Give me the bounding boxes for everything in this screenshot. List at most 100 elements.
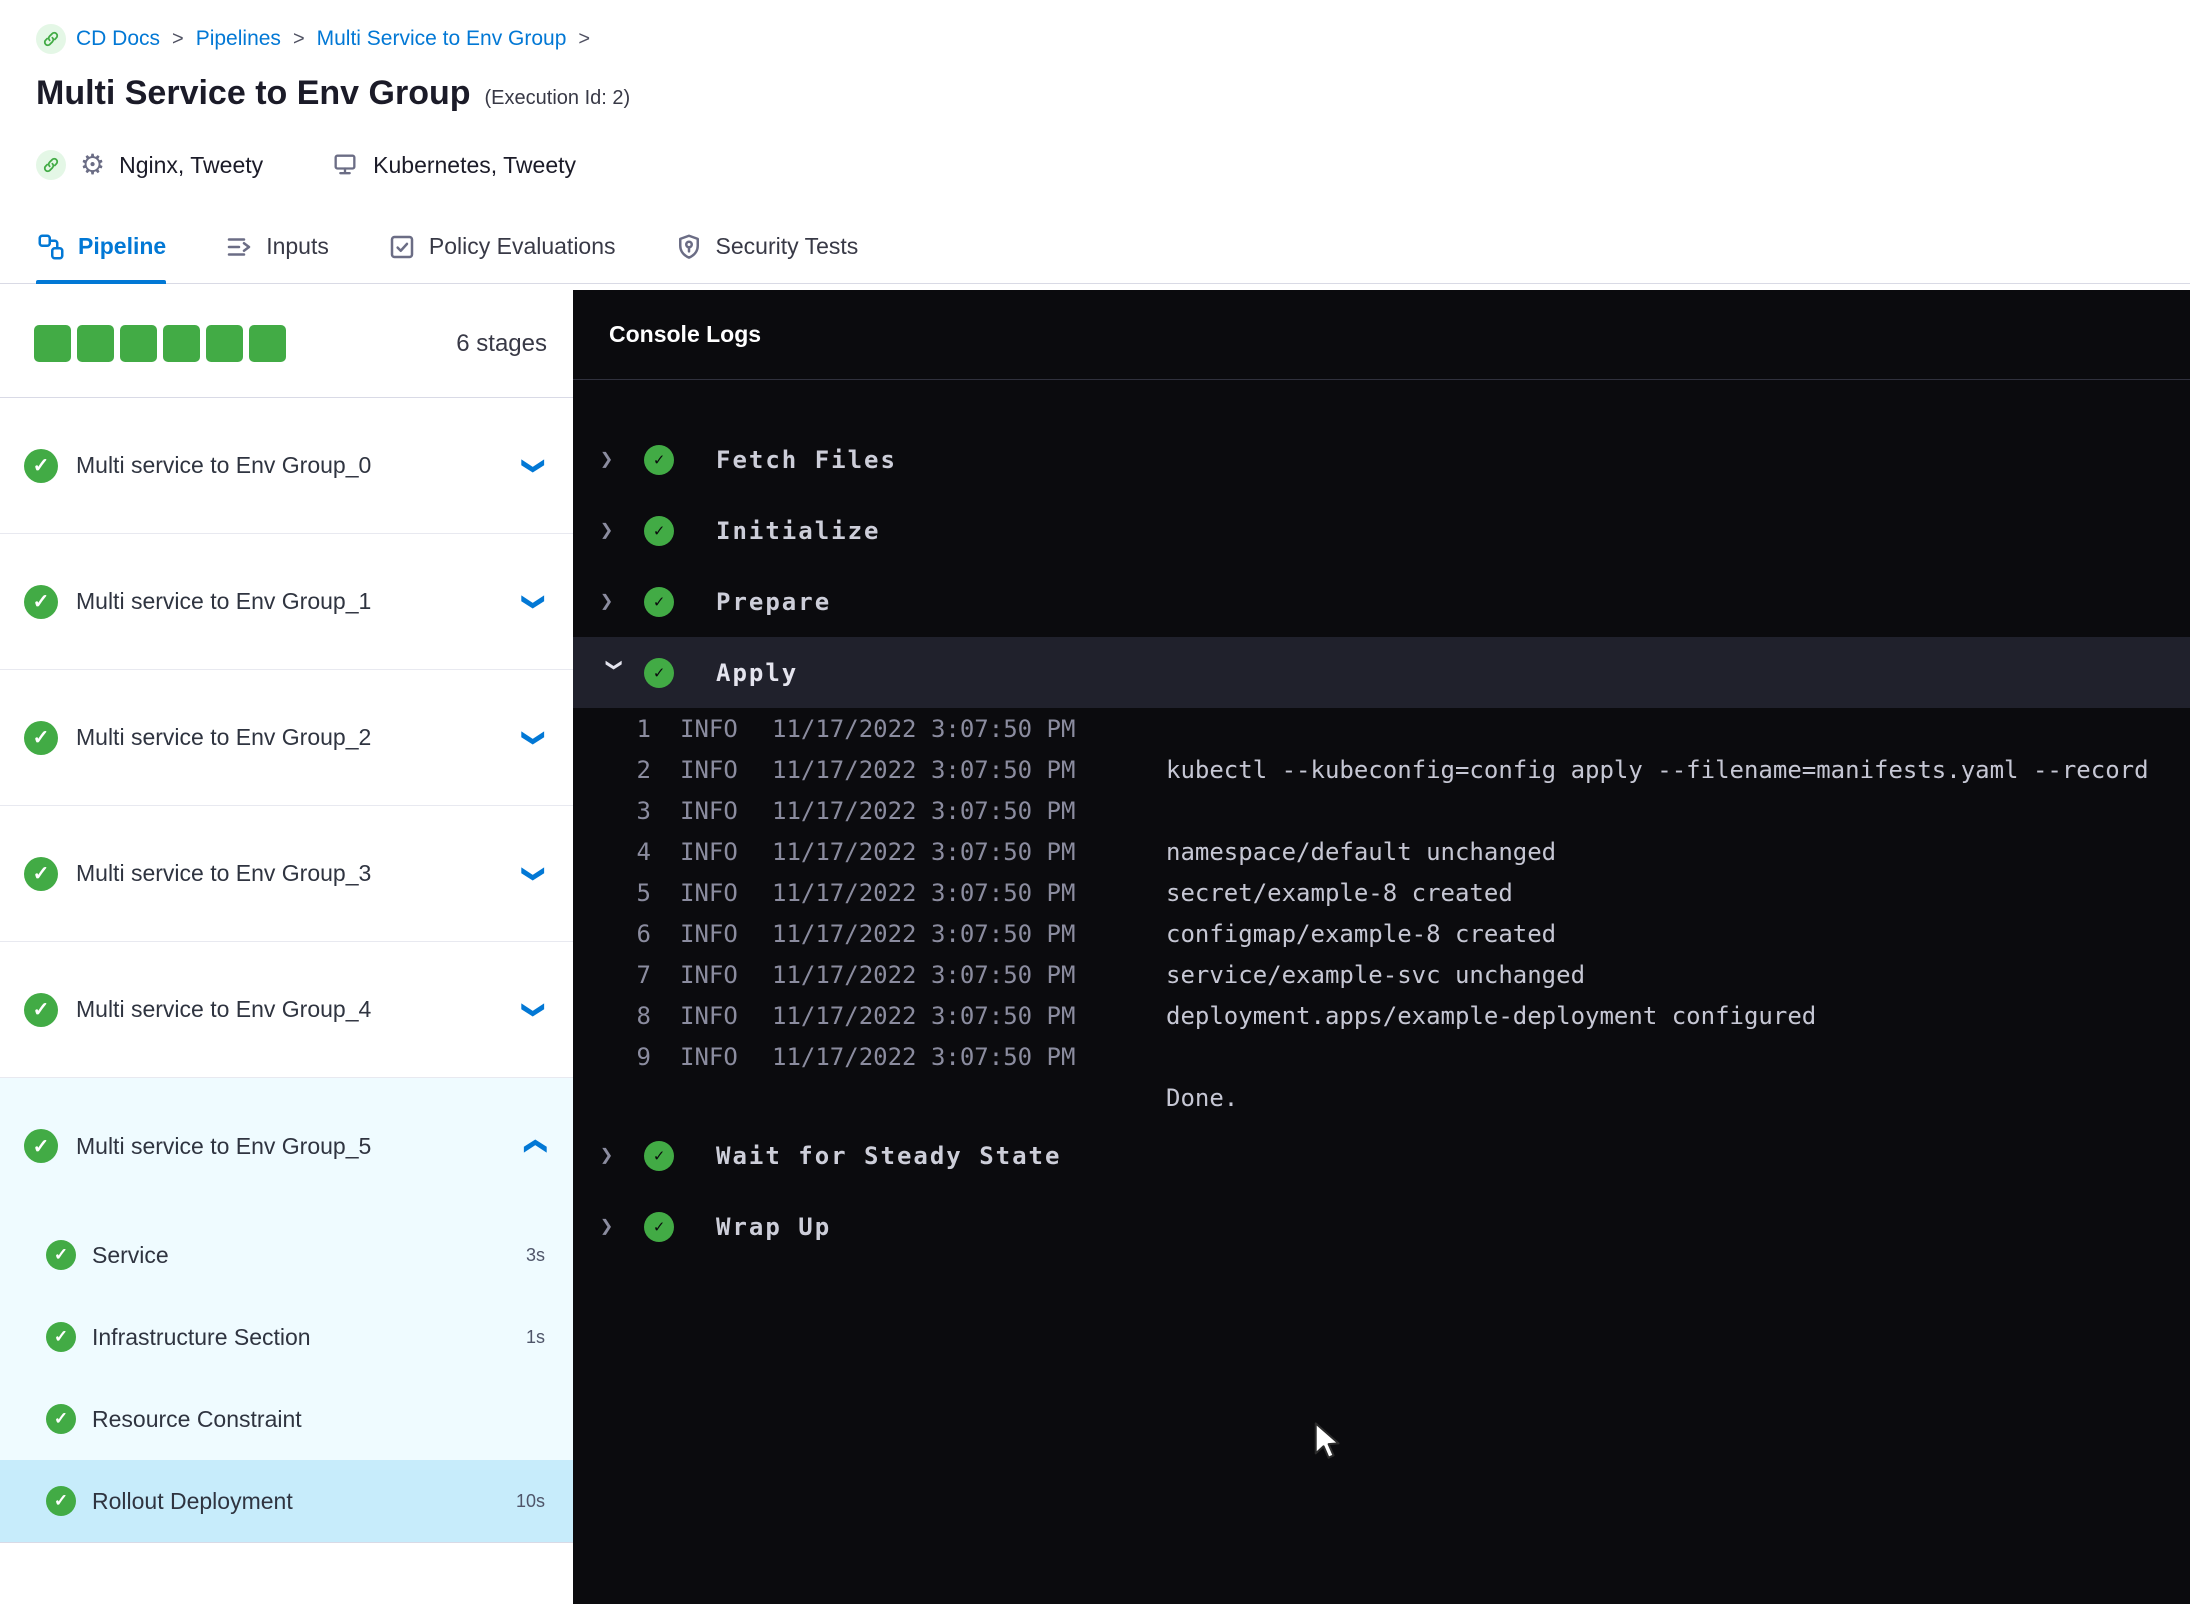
log-level: INFO <box>680 878 738 907</box>
step-row-rollout-deployment[interactable]: ✓ Rollout Deployment 10s <box>0 1460 573 1542</box>
log-line: 6 INFO 11/17/2022 3:07:50 PM configmap/e… <box>573 913 2190 954</box>
chevron-down-icon[interactable]: ❯ <box>521 864 547 882</box>
stage-success-square <box>34 325 71 362</box>
success-check-icon: ✓ <box>644 444 674 475</box>
environments-label: Kubernetes, Tweety <box>373 151 577 178</box>
success-check-icon: ✓ <box>46 1404 76 1434</box>
chevron-right-icon[interactable]: ❯ <box>600 1143 644 1168</box>
step-name: Resource Constraint <box>92 1405 302 1432</box>
policy-check-icon <box>387 232 417 262</box>
stage-success-square <box>120 325 157 362</box>
sidebar-filler <box>0 1543 573 1604</box>
chevron-down-icon[interactable]: ❯ <box>521 728 547 746</box>
success-check-icon: ✓ <box>46 1486 76 1516</box>
log-timestamp: 11/17/2022 3:07:50 PM <box>772 837 1076 866</box>
step-name: Service <box>92 1241 169 1268</box>
execution-meta-row: ⚙ Nginx, Tweety Kubernetes, Tweety <box>36 144 2190 186</box>
success-check-icon: ✓ <box>46 1322 76 1352</box>
tab-inputs[interactable]: Inputs <box>224 210 329 283</box>
stage-name: Multi service to Env Group_1 <box>76 588 372 614</box>
log-message: secret/example-8 created <box>1166 878 1513 907</box>
console-steps: ❯ ✓ Fetch Files ❯ ✓ Initialize ❯ ✓ Prepa… <box>573 380 2190 1262</box>
log-level: INFO <box>680 755 738 784</box>
success-check-icon: ✓ <box>644 1211 674 1242</box>
stage-row-2[interactable]: ✓ Multi service to Env Group_2 ❯ <box>0 670 573 806</box>
success-check-icon: ✓ <box>644 657 674 688</box>
console-step-wait-for-steady-state[interactable]: ❯ ✓ Wait for Steady State <box>573 1120 2190 1191</box>
console-step-wrap-up[interactable]: ❯ ✓ Wrap Up <box>573 1191 2190 1262</box>
step-duration: 1s <box>525 1326 545 1347</box>
breadcrumb-separator: > <box>578 27 591 50</box>
chevron-right-icon[interactable]: ❯ <box>600 447 644 472</box>
console-step-fetch-files[interactable]: ❯ ✓ Fetch Files <box>573 424 2190 495</box>
step-duration: 10s <box>515 1490 545 1511</box>
stage-row-0[interactable]: ✓ Multi service to Env Group_0 ❯ <box>0 398 573 534</box>
chevron-right-icon[interactable]: ❯ <box>600 1214 644 1239</box>
stages-summary: 6 stages <box>0 290 573 398</box>
stage-row-1[interactable]: ✓ Multi service to Env Group_1 ❯ <box>0 534 573 670</box>
chevron-up-icon[interactable]: ❯ <box>521 1137 547 1155</box>
link-icon <box>36 24 66 54</box>
stages-sidebar: 6 stages ✓ Multi service to Env Group_0 … <box>0 290 573 1604</box>
log-line-number: 1 <box>636 714 651 743</box>
step-name: Rollout Deployment <box>92 1487 293 1514</box>
chevron-right-icon[interactable]: ❯ <box>600 518 644 543</box>
log-message: Done. <box>1166 1083 1239 1112</box>
tab-label: Policy Evaluations <box>428 233 616 259</box>
stage-success-square <box>77 325 114 362</box>
breadcrumb-cd-docs[interactable]: CD Docs <box>76 27 160 51</box>
tab-bar: Pipeline Inputs Policy Evaluations Secur… <box>0 210 2190 284</box>
environments-icon <box>331 151 359 179</box>
success-check-icon: ✓ <box>24 1129 58 1163</box>
log-timestamp: 11/17/2022 3:07:50 PM <box>772 755 1076 784</box>
log-line: 4 INFO 11/17/2022 3:07:50 PM namespace/d… <box>573 831 2190 872</box>
log-line-number: 7 <box>636 960 651 989</box>
stage-success-square <box>163 325 200 362</box>
stage-name: Multi service to Env Group_4 <box>76 996 372 1022</box>
log-timestamp: 11/17/2022 3:07:50 PM <box>772 960 1076 989</box>
step-row-infrastructure-section[interactable]: ✓ Infrastructure Section 1s <box>0 1296 573 1378</box>
log-timestamp: 11/17/2022 3:07:50 PM <box>772 1001 1076 1030</box>
step-row-service[interactable]: ✓ Service 3s <box>0 1214 573 1296</box>
breadcrumb-pipelines[interactable]: Pipelines <box>196 27 281 51</box>
console-step-name: Initialize <box>716 516 881 545</box>
console-step-prepare[interactable]: ❯ ✓ Prepare <box>573 566 2190 637</box>
tab-label: Security Tests <box>715 233 859 259</box>
console-step-name: Prepare <box>716 587 832 616</box>
console-step-apply[interactable]: ❯ ✓ Apply <box>573 637 2190 708</box>
chevron-down-icon[interactable]: ❯ <box>521 592 547 610</box>
stage-row-4[interactable]: ✓ Multi service to Env Group_4 ❯ <box>0 942 573 1078</box>
stage-row-3[interactable]: ✓ Multi service to Env Group_3 ❯ <box>0 806 573 942</box>
breadcrumb-current-pipeline[interactable]: Multi Service to Env Group <box>317 27 567 51</box>
breadcrumb-separator: > <box>172 27 184 50</box>
page-title: Multi Service to Env Group <box>36 74 471 112</box>
tab-pipeline[interactable]: Pipeline <box>36 210 167 284</box>
success-check-icon: ✓ <box>644 586 674 617</box>
chevron-right-icon[interactable]: ❯ <box>600 589 644 614</box>
success-check-icon: ✓ <box>644 515 674 546</box>
stage-name: Multi service to Env Group_2 <box>76 724 372 750</box>
tab-label: Inputs <box>266 233 329 259</box>
success-check-icon: ✓ <box>24 720 58 755</box>
console-logs-header: Console Logs <box>573 290 2190 380</box>
tab-security-tests[interactable]: Security Tests <box>674 210 859 283</box>
log-line: 7 INFO 11/17/2022 3:07:50 PM service/exa… <box>573 954 2190 995</box>
console-step-name: Wrap Up <box>716 1212 832 1241</box>
log-level: INFO <box>680 1042 738 1071</box>
stage-row-5[interactable]: ✓ Multi service to Env Group_5 ❯ <box>0 1078 573 1214</box>
inputs-icon <box>224 232 254 262</box>
log-timestamp: 11/17/2022 3:07:50 PM <box>772 796 1076 825</box>
step-row-resource-constraint[interactable]: ✓ Resource Constraint <box>0 1378 573 1460</box>
chevron-down-icon[interactable]: ❯ <box>521 456 547 474</box>
console-step-initialize[interactable]: ❯ ✓ Initialize <box>573 495 2190 566</box>
log-line-number: 5 <box>636 878 651 907</box>
log-line-number: 8 <box>636 1001 651 1030</box>
breadcrumb-separator: > <box>292 27 305 50</box>
chevron-down-icon[interactable]: ❯ <box>602 659 627 703</box>
log-line-number: 2 <box>636 755 651 784</box>
log-level: INFO <box>680 1001 738 1030</box>
tab-policy-evaluations[interactable]: Policy Evaluations <box>387 210 616 283</box>
chevron-down-icon[interactable]: ❯ <box>521 1000 547 1018</box>
log-level: INFO <box>680 837 738 866</box>
console-logs-title: Console Logs <box>609 321 762 347</box>
